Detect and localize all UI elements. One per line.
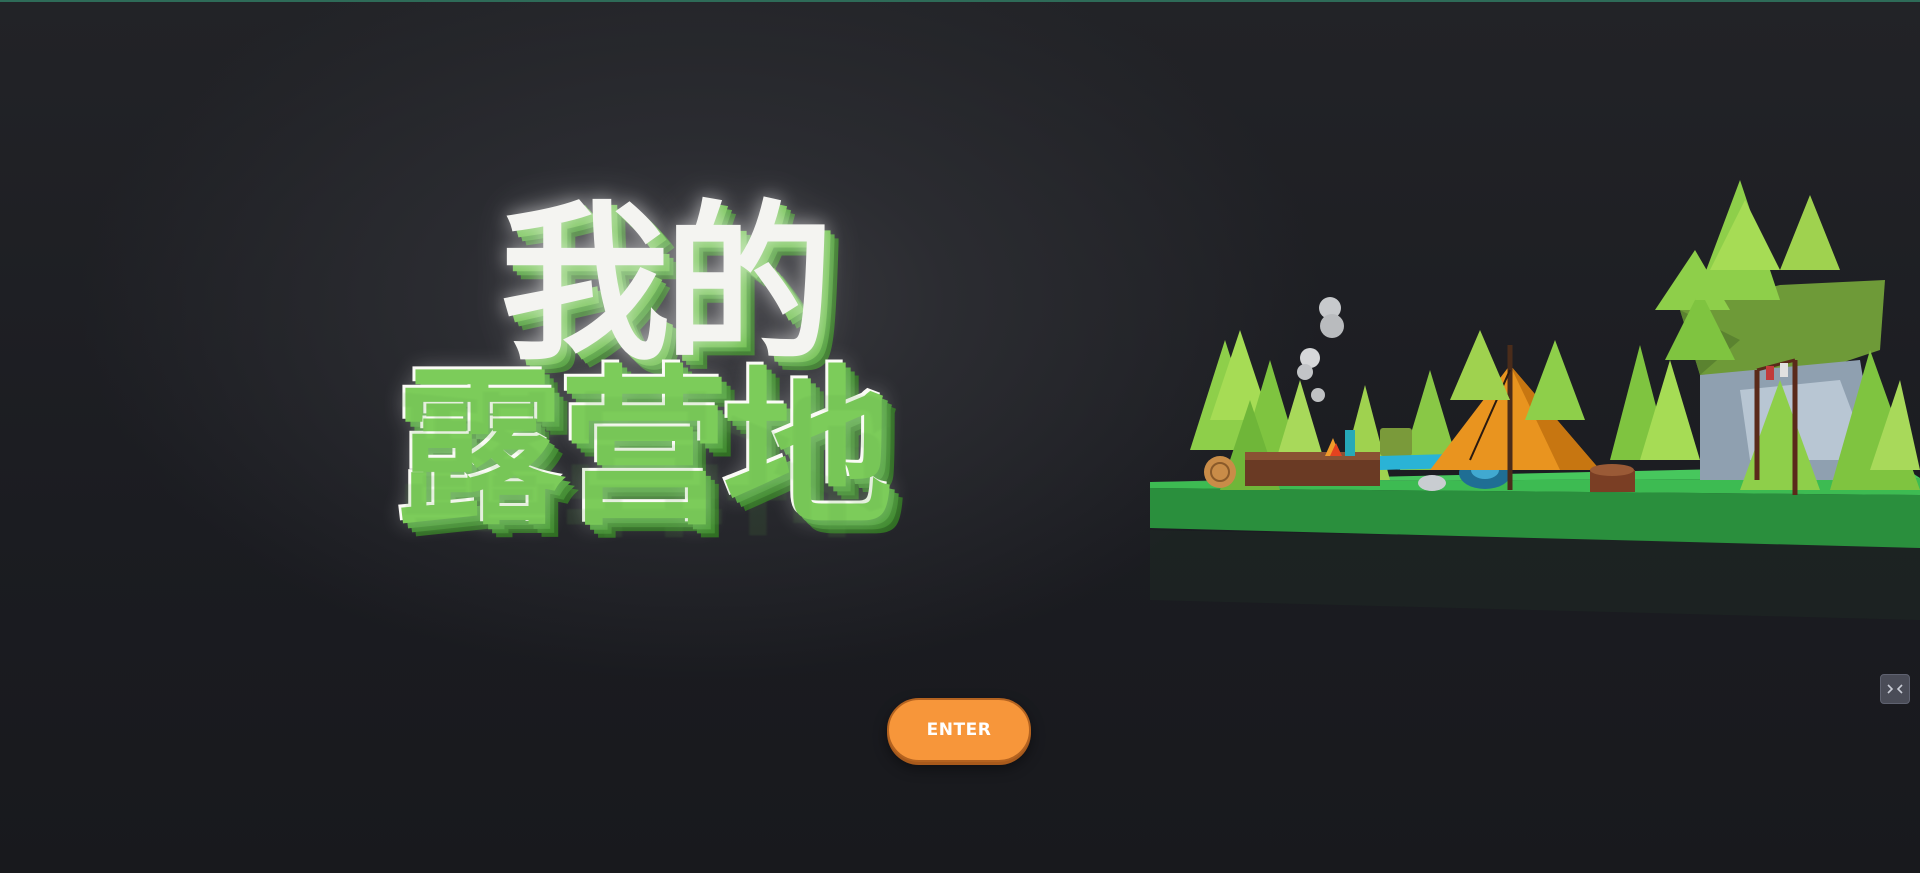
enter-button[interactable]: ENTER	[887, 698, 1031, 762]
title-3d: 我的 露营地 露营地	[380, 180, 1000, 560]
title-reflection: 露营地	[395, 369, 888, 548]
campsite-scene[interactable]	[1140, 160, 1920, 620]
corner-toggle-button[interactable]	[1880, 674, 1910, 704]
collapse-arrows-icon	[1887, 680, 1903, 699]
title-line-1: 我的	[500, 186, 834, 384]
landing-stage: 我的 露营地 露营地 ENTER	[0, 0, 1920, 873]
top-border	[0, 0, 1920, 2]
